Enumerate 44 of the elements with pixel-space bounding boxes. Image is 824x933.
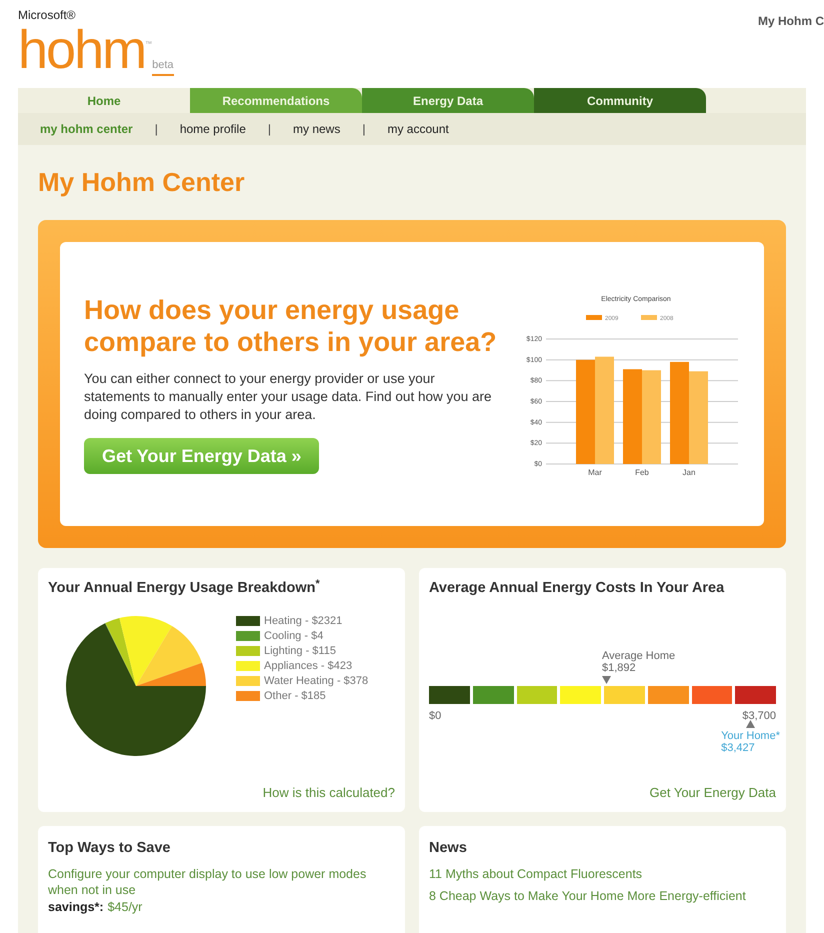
your-home-value: $3,427 [721, 742, 756, 754]
news-link[interactable]: 11 Myths about Compact Fluorescents [429, 866, 776, 882]
separator: | [362, 121, 366, 138]
savings-label: savings*: [48, 898, 104, 916]
subnav-link[interactable]: my news [293, 120, 340, 138]
company-name: Microsoft® [18, 7, 77, 24]
legend-label: Heating - $2321 [264, 614, 342, 629]
legend-label: Other - $185 [264, 689, 326, 704]
scale-min-label: $0 [429, 708, 442, 724]
card-title: Your Annual Energy Usage Breakdown$^{*}$ [48, 578, 321, 598]
subnav-link[interactable]: my hohm center [40, 120, 133, 138]
legend-label: Appliances - $423 [264, 659, 352, 674]
nav-tab[interactable]: Recommendations [190, 88, 362, 113]
promo-text: You can either connect to your energy provider or use your statements to manually enter your usage data. Find out how you are doing compared to others in your area. [84, 370, 492, 424]
subnav-link[interactable]: my account [387, 120, 449, 138]
card-title: Average Annual Energy Costs In Your Area [429, 579, 726, 598]
scale-max-label: $3,700 [742, 708, 776, 724]
subnav-link[interactable]: home profile [180, 120, 246, 138]
calculation-link[interactable]: How is this calculated? [262, 782, 395, 802]
axis-category-label: Jan [682, 468, 696, 477]
energy-data-link[interactable]: Get Your Energy Data [650, 782, 776, 802]
card-title: Top Ways to Save [48, 839, 172, 858]
axis-category-label: Feb [635, 468, 649, 477]
card-title: News [429, 839, 468, 858]
legend-label: Water Heating - $378 [264, 674, 368, 689]
average-home-value: $1,892 [602, 662, 636, 674]
legend-label: Lighting - $115 [264, 644, 336, 659]
beta-label: beta [152, 56, 174, 76]
savings-value: $45/yr [108, 898, 142, 916]
axis-category-label: Mar [588, 468, 602, 477]
get-energy-data-button[interactable]: Get Your Energy Data » [84, 438, 320, 474]
separator: | [154, 121, 158, 138]
legend-label: Cooling - $4 [264, 629, 324, 644]
news-link[interactable]: 8 Cheap Ways to Make Your Home More Energy-efficient [429, 888, 776, 904]
promo-heading: How does your energy usage compare to others in your area? [84, 294, 498, 358]
separator: | [268, 121, 271, 138]
nav-tab[interactable]: Energy Data [362, 88, 534, 113]
top-link[interactable]: My Hohm C [758, 12, 824, 88]
nav-tab[interactable]: Community [534, 88, 706, 113]
tip-link[interactable]: Configure your computer display to use low power modes when not in use [48, 866, 395, 898]
hohm-logo: hohm [18, 24, 146, 76]
page-title: My Hohm Center [38, 166, 246, 199]
average-home-label: Average Home [602, 650, 676, 662]
your-home-label: Your Home* [721, 730, 780, 742]
